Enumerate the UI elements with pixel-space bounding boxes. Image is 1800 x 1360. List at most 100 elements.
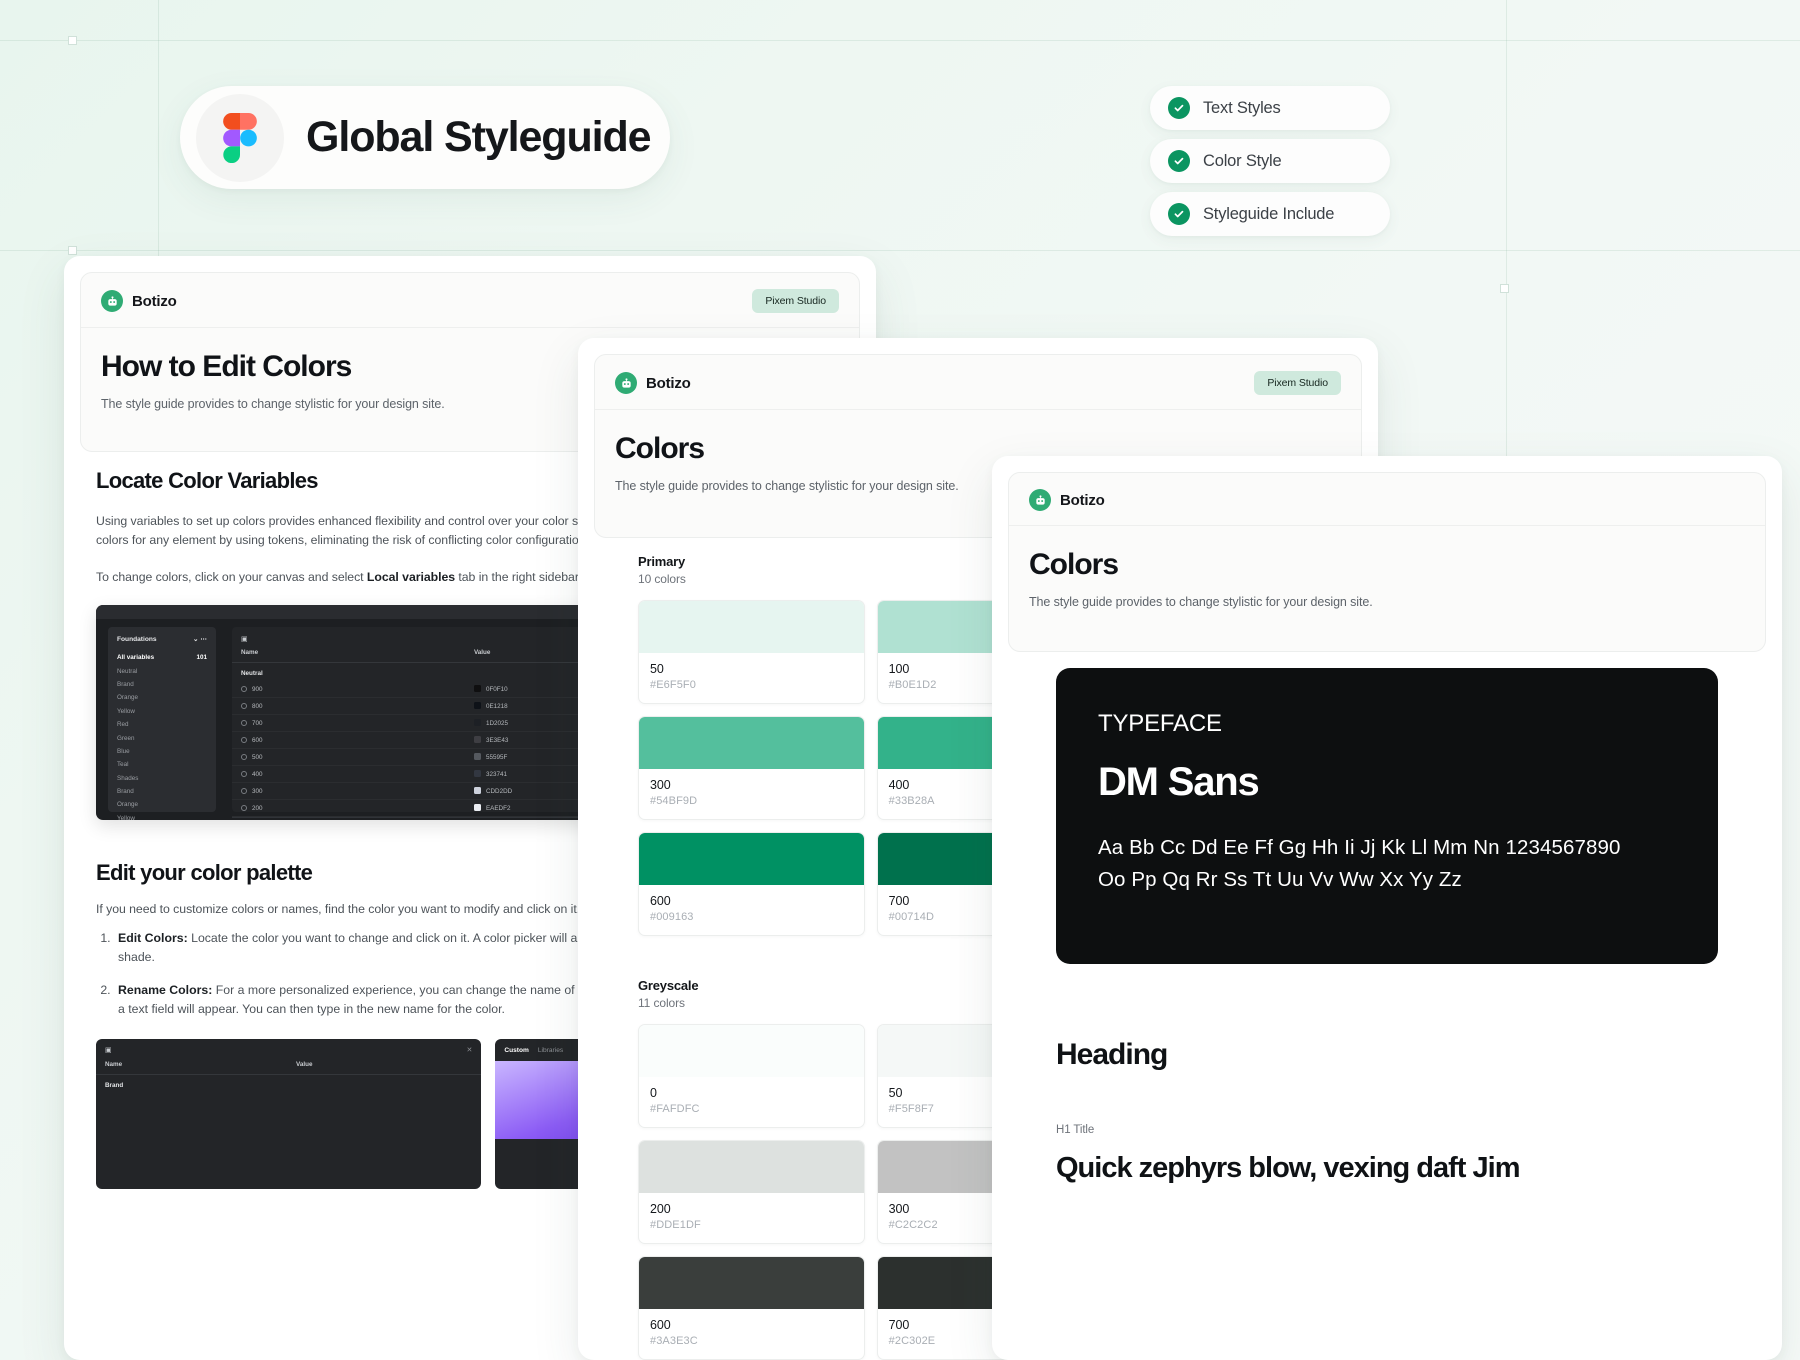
color-swatch	[473, 736, 481, 744]
checklist-item-color-style[interactable]: Color Style	[1150, 139, 1390, 183]
card-typography: Botizo Colors The style guide provides t…	[992, 456, 1782, 1360]
heading-section-label: Heading	[1056, 1038, 1168, 1071]
tab-custom[interactable]: Custom	[504, 1047, 529, 1054]
typeface-glyphs-line2: Oo Pp Qq Rr Ss Tt Uu Vv Ww Xx Yy Zz	[1098, 867, 1462, 891]
typeface-glyphs-line1: Aa Bb Cc Dd Ee Ff Gg Hh Ii Jj Kk Ll Mm N…	[1098, 836, 1621, 859]
swatch[interactable]: 600 #3A3E3C	[638, 1256, 865, 1360]
figma-collection-title: Foundations ⌄ ⋯	[117, 635, 207, 644]
figma-collection-name: Foundations	[117, 635, 157, 643]
panel-toggle-icon[interactable]: ▣	[105, 1046, 112, 1054]
figma-group-item[interactable]: Neutral	[117, 665, 207, 678]
card-head: Colors The style guide provides to chang…	[1009, 526, 1765, 629]
color-swatch	[473, 685, 481, 693]
typography-body: TYPEFACE DM Sans Aa Bb Cc Dd Ee Ff Gg Hh…	[992, 668, 1782, 1185]
checklist-item-label: Text Styles	[1203, 98, 1281, 117]
swatch-hex: #DDE1DF	[650, 1219, 701, 1231]
brand: Botizo	[615, 372, 691, 394]
swatch-name: 600	[650, 894, 671, 908]
variable-icon	[241, 754, 247, 761]
swatch-color	[639, 1257, 864, 1309]
figma-table-2-header: Name Value	[96, 1061, 482, 1076]
paragraph-2-bold: Local variables	[366, 570, 456, 585]
swatch-name: 50	[650, 662, 664, 676]
figma-group-item[interactable]: Shades	[117, 772, 207, 785]
card-title: Colors	[1029, 548, 1119, 581]
figma-icon	[196, 93, 284, 182]
swatch-color	[639, 1141, 864, 1193]
swatch-name: 200	[650, 1202, 671, 1216]
guide-horizontal-top	[0, 40, 1800, 41]
swatch[interactable]: 0 #FAFDFC	[638, 1024, 865, 1128]
figma-group-item[interactable]: Red	[117, 718, 207, 731]
swatch-name: 0	[650, 1086, 657, 1100]
guide-node-br	[1500, 284, 1509, 293]
card-header-panel: Botizo Colors The style guide provides t…	[1008, 472, 1766, 652]
swatch[interactable]: 300 #54BF9D	[638, 716, 865, 820]
studio-chip[interactable]: Pixem Studio	[752, 289, 839, 313]
step-label: Edit Colors:	[118, 931, 188, 946]
figma-col-name: Name	[241, 649, 259, 657]
page-title-pill: Global Styleguide	[180, 86, 670, 189]
guide-node-tl	[68, 36, 77, 45]
figma-all-variables-label: All variables	[117, 654, 155, 662]
swatch[interactable]: 600 #009163	[638, 832, 865, 936]
check-circle-icon	[1168, 97, 1190, 119]
figma-all-variables[interactable]: All variables 101	[117, 651, 207, 664]
step-label: Rename Colors:	[118, 983, 213, 998]
figma-group-item[interactable]: Green	[117, 731, 207, 744]
guide-horizontal-bottom	[0, 250, 1800, 251]
variable-icon	[241, 805, 247, 812]
figma-col-value: Value	[473, 649, 491, 657]
swatch[interactable]: 50 #E6F5F0	[638, 600, 865, 704]
variable-icon	[241, 788, 247, 795]
figma-group-item[interactable]: Orange	[117, 798, 207, 811]
botizo-robot-icon	[101, 290, 123, 312]
figma-collection-menu-icon[interactable]: ⌄ ⋯	[193, 635, 207, 643]
brand-name: Botizo	[1060, 491, 1105, 509]
figma-group-item[interactable]: Brand	[117, 678, 207, 691]
variable-icon	[241, 737, 247, 744]
swatch-color	[639, 833, 864, 885]
swatch[interactable]: 200 #DDE1DF	[638, 1140, 865, 1244]
variable-icon	[241, 686, 247, 693]
figma-col-value: Value	[296, 1061, 313, 1069]
figma-group-item[interactable]: Yellow	[117, 705, 207, 718]
color-swatch	[473, 804, 481, 812]
figma-group-item[interactable]: Orange	[117, 691, 207, 704]
typeface-name: DM Sans	[1098, 760, 1260, 804]
botizo-robot-icon	[615, 372, 637, 394]
swatch-hex: #54BF9D	[650, 795, 698, 807]
checklist-item-styleguide-include[interactable]: Styleguide Include	[1150, 192, 1390, 236]
swatch-hex: #3A3E3C	[650, 1335, 698, 1347]
botizo-robot-icon	[1029, 489, 1051, 511]
color-swatch	[473, 753, 481, 761]
close-icon[interactable]: ✕	[466, 1046, 472, 1054]
check-circle-icon	[1168, 150, 1190, 172]
figma-panel-toggle-icon[interactable]: ▣	[241, 635, 248, 643]
figma-left-panel: Foundations ⌄ ⋯ All variables 101 Neutra…	[108, 627, 216, 820]
tab-libraries[interactable]: Libraries	[538, 1047, 563, 1054]
variable-icon	[241, 703, 247, 710]
paragraph-2-pre: To change colors, click on your canvas a…	[96, 570, 367, 585]
typeface-label: TYPEFACE	[1098, 710, 1222, 737]
brand: Botizo	[101, 290, 177, 312]
swatch-name: 600	[650, 1318, 671, 1332]
variable-icon	[241, 771, 247, 778]
h1-demo-text: Quick zephyrs blow, vexing daft Jim	[1056, 1152, 1521, 1184]
h1-tag-label: H1 Title	[1056, 1124, 1095, 1136]
figma-variables-panel-2: ▣ ✕ Name Value Brand	[96, 1039, 482, 1190]
checklist-item-text-styles[interactable]: Text Styles	[1150, 86, 1390, 130]
studio-chip[interactable]: Pixem Studio	[1254, 371, 1341, 395]
variable-icon	[241, 720, 247, 727]
typeface-panel: TYPEFACE DM Sans Aa Bb Cc Dd Ee Ff Gg Hh…	[1056, 668, 1718, 964]
figma-group-item[interactable]: Yellow	[117, 812, 207, 820]
figma-panel-2-header: ▣ ✕	[96, 1039, 481, 1061]
card-subtitle: The style guide provides to change styli…	[1029, 595, 1373, 609]
figma-group-item[interactable]: Brand	[117, 785, 207, 798]
color-swatch	[473, 702, 481, 710]
swatch-hex: #009163	[650, 911, 694, 923]
figma-group-item[interactable]: Blue	[117, 745, 207, 758]
figma-group-item[interactable]: Teal	[117, 758, 207, 771]
brand: Botizo	[1029, 489, 1105, 511]
brand-bar: Botizo Pixem Studio	[81, 273, 859, 328]
